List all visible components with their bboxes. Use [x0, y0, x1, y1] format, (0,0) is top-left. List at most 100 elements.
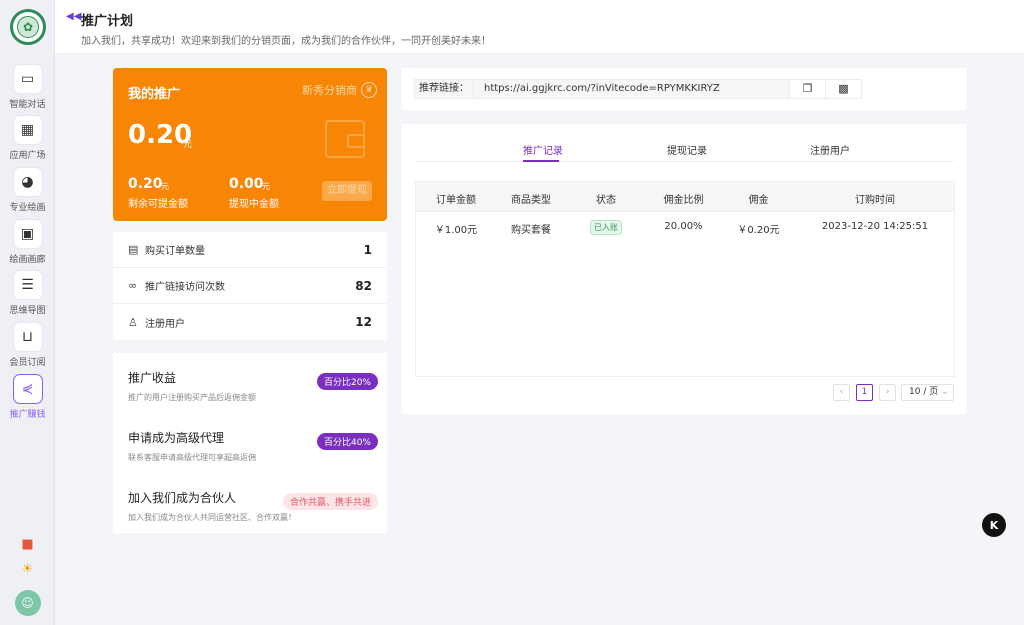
- rail-label-subscribe: 会员订阅: [9, 358, 46, 368]
- qrcode-icon[interactable]: ▩: [825, 79, 862, 99]
- promo-amount-unit: 元: [183, 140, 193, 150]
- records-panel: 推广记录 提现记录 注册用户 订单金额 商品类型 状态 佣金比例 佣金 订购时间…: [402, 124, 966, 414]
- cell-commission: ￥0.20元: [737, 225, 780, 236]
- wallet-icon: [325, 120, 365, 158]
- benefit-desc: 加入我们成为合伙人共同运营社区、合作双赢！: [128, 513, 296, 522]
- tab-registered-users[interactable]: 注册用户: [810, 142, 850, 157]
- records-table: 订单金额 商品类型 状态 佣金比例 佣金 订购时间 ￥1.00元 购买套餐 已入…: [415, 181, 955, 377]
- rail-label-promote: 推广赚钱: [9, 410, 46, 420]
- benefit-desc: 推广的用户注册购买产品后返佣金额: [128, 393, 256, 402]
- stat-label: 注册用户: [145, 318, 185, 330]
- share-icon: ⋞: [12, 374, 43, 404]
- rank-badge: 新秀分销商 ♛: [302, 82, 377, 98]
- left-rail: ✿ ▭ 智能对话 ▦ 应用广场 ◕ 专业绘画 ▣ 绘画画廊 ☰ 思维导图 ⊔ 会…: [0, 0, 55, 625]
- link-icon: ∞: [128, 279, 138, 292]
- page-size-value: 10 / 页: [909, 387, 939, 397]
- cart-icon: ⊔: [12, 322, 43, 352]
- column-header: 商品类型: [511, 195, 551, 206]
- benefits-panel: 推广收益 推广的用户注册购买产品后返佣金额 百分比20% 申请成为高级代理 联系…: [113, 353, 387, 533]
- page-title: 推广计划: [81, 14, 134, 29]
- pending-unit: 元: [262, 182, 270, 191]
- chevron-right-icon[interactable]: ›: [879, 384, 896, 401]
- rail-item-promote[interactable]: ⋞ 推广赚钱: [0, 374, 55, 420]
- stat-row-users: ♙ 注册用户 12: [113, 304, 387, 340]
- stat-row-orders: ▤ 购买订单数量 1: [113, 232, 387, 268]
- withdrawable-label: 剩余可提金额: [128, 199, 188, 210]
- rail-label-painting: 专业绘画: [9, 203, 46, 213]
- medal-icon: ♛: [361, 82, 377, 98]
- page-subtitle: 加入我们，共享成功！欢迎来到我们的分销页面，成为我们的合作伙伴，一同开创美好未来…: [81, 36, 491, 47]
- chevron-left-icon[interactable]: ‹: [833, 384, 850, 401]
- rail-item-chat[interactable]: ▭ 智能对话: [0, 64, 55, 110]
- rail-label-gallery: 绘画画廊: [9, 255, 46, 265]
- stat-value: 1: [363, 242, 372, 257]
- gift-icon[interactable]: ■: [0, 537, 55, 552]
- tab-promotion-records[interactable]: 推广记录: [523, 142, 563, 157]
- back-icon[interactable]: ◀◀: [66, 11, 81, 22]
- sun-icon[interactable]: ☀: [0, 562, 55, 577]
- page-header: ◀◀ 推广计划 加入我们，共享成功！欢迎来到我们的分销页面，成为我们的合作伙伴，…: [55, 0, 1024, 54]
- page-size-select[interactable]: 10 / 页 ⌄: [901, 384, 954, 401]
- benefit-item: 推广收益 推广的用户注册购买产品后返佣金额 百分比20%: [128, 369, 378, 403]
- mindmap-icon: ☰: [12, 270, 43, 300]
- benefit-tag: 合作共赢、携手共进: [282, 493, 378, 510]
- rank-label: 新秀分销商: [302, 84, 357, 97]
- cell-amount: ￥1.00元: [434, 225, 478, 236]
- stat-value: 12: [355, 315, 372, 329]
- cell-rate: 20.00%: [664, 221, 703, 232]
- stat-value: 82: [355, 278, 372, 293]
- rail-label-chat: 智能对话: [9, 100, 46, 110]
- stat-label: 购买订单数量: [145, 246, 205, 257]
- column-header: 订单金额: [436, 195, 476, 206]
- benefit-item: 申请成为高级代理 联系客服申请高级代理可享超高返佣 百分比40%: [128, 429, 378, 463]
- status-badge: 已入账: [590, 220, 622, 235]
- chevron-down-icon: ⌄: [941, 387, 949, 397]
- stat-row-visits: ∞ 推广链接访问次数 82: [113, 268, 387, 304]
- rail-label-apps: 应用广场: [9, 151, 46, 161]
- app-logo[interactable]: ✿: [10, 9, 46, 45]
- rail-item-painting[interactable]: ◕ 专业绘画: [0, 167, 55, 213]
- benefit-item: 加入我们成为合伙人 加入我们成为合伙人共同运营社区、合作双赢！ 合作共赢、携手共…: [128, 489, 378, 523]
- palette-icon: ◕: [12, 167, 43, 197]
- rail-label-mindmap: 思维导图: [9, 306, 46, 316]
- withdraw-button[interactable]: 立即提现: [322, 181, 372, 201]
- page-number[interactable]: 1: [856, 384, 873, 401]
- pending-label: 提现中金额: [229, 199, 279, 210]
- table-header: 订单金额 商品类型 状态 佣金比例 佣金 订购时间: [416, 182, 954, 212]
- rail-item-apps[interactable]: ▦ 应用广场: [0, 115, 55, 161]
- referral-link-bar: 推荐链接： https://ai.ggjkrc.com/?inVitecode=…: [402, 68, 966, 110]
- withdrawable-value: 0.20: [128, 176, 163, 192]
- user-avatar[interactable]: ☺: [0, 590, 55, 616]
- records-tabs: 推广记录 提现记录 注册用户: [416, 137, 954, 162]
- referral-link-value[interactable]: https://ai.ggjkrc.com/?inVitecode=RPYMKK…: [474, 79, 790, 99]
- column-header: 状态: [596, 195, 616, 206]
- assistant-float-button[interactable]: K: [982, 513, 1006, 537]
- gallery-icon: ▣: [12, 219, 43, 249]
- benefit-desc: 联系客服申请高级代理可享超高返佣: [128, 453, 256, 462]
- active-tab-underline: [523, 160, 559, 162]
- user-icon: ♙: [128, 315, 138, 329]
- referral-link-label: 推荐链接：: [414, 79, 474, 99]
- benefit-tag: 百分比40%: [316, 433, 378, 450]
- cell-product-type: 购买套餐: [511, 225, 551, 236]
- clipboard-icon: ▤: [128, 243, 139, 256]
- rail-item-mindmap[interactable]: ☰ 思维导图: [0, 270, 55, 316]
- column-header: 订购时间: [855, 195, 895, 206]
- rail-item-subscribe[interactable]: ⊔ 会员订阅: [0, 322, 55, 368]
- column-header: 佣金比例: [663, 195, 704, 206]
- avatar-icon: ☺: [14, 590, 41, 616]
- promo-title: 我的推广: [128, 87, 181, 102]
- promo-card: 我的推广 新秀分销商 ♛ 0.20 元 0.20 元 剩余可提金额 0.00 元…: [113, 68, 387, 221]
- stats-list: ▤ 购买订单数量 1 ∞ 推广链接访问次数 82 ♙ 注册用户 12: [113, 232, 387, 340]
- cell-order-time: 2023-12-20 14:25:51: [821, 221, 929, 232]
- withdrawable-unit: 元: [161, 182, 169, 191]
- leaf-icon: ✿: [17, 16, 39, 38]
- copy-icon[interactable]: ❐: [789, 79, 826, 99]
- column-header: 佣金: [748, 195, 769, 206]
- rail-item-gallery[interactable]: ▣ 绘画画廊: [0, 219, 55, 265]
- benefit-tag: 百分比20%: [316, 373, 378, 390]
- chat-icon: ▭: [12, 64, 43, 94]
- stat-label: 推广链接访问次数: [145, 282, 225, 293]
- tab-withdraw-records[interactable]: 提现记录: [667, 142, 707, 157]
- grid-icon: ▦: [12, 115, 43, 145]
